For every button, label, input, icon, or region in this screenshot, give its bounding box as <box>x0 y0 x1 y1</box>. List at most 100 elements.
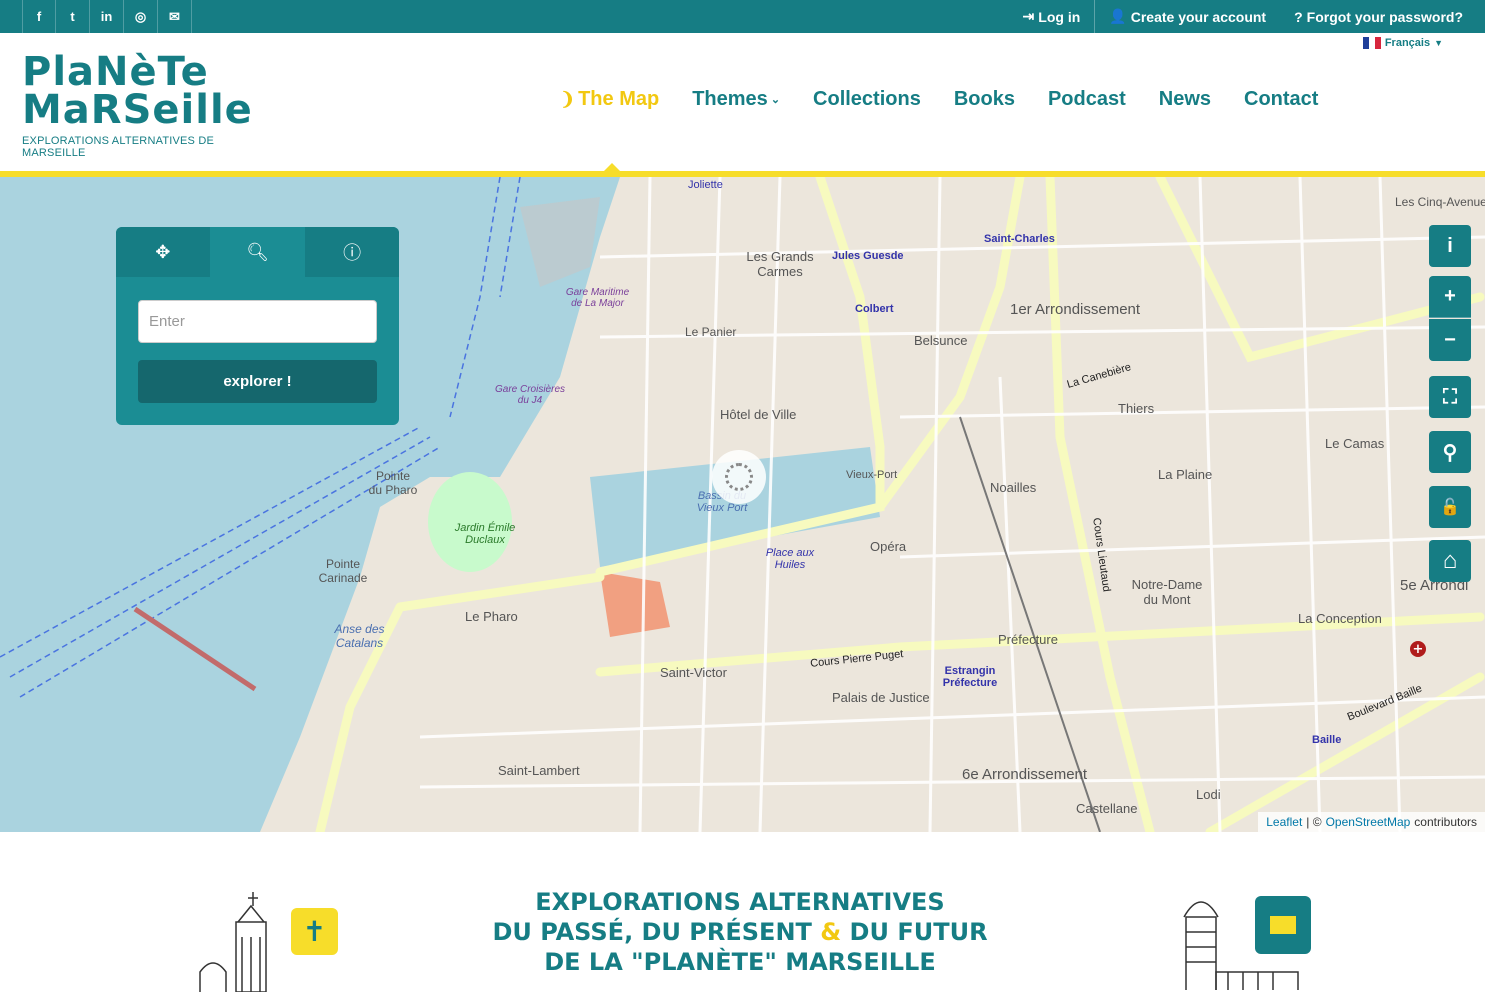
lock-button[interactable]: 🔓 <box>1429 486 1471 528</box>
osm-link[interactable]: OpenStreetMap <box>1326 815 1411 829</box>
explore-button[interactable]: explorer ! <box>138 360 377 403</box>
map-label: Estrangin Préfecture <box>942 665 998 689</box>
map-label: Baille <box>1312 734 1342 746</box>
nav-label: Books <box>953 88 1015 110</box>
map-pin-icon: ❩ <box>560 89 576 109</box>
language-selector[interactable]: Français ▼ <box>1362 37 1443 49</box>
site-header: PlaNèTe MaRSeille EXPLORATIONS ALTERNATI… <box>0 33 1485 175</box>
map-label: La Conception <box>1298 611 1382 626</box>
basilica-illustration <box>199 892 267 992</box>
zoom-in-icon: + <box>1444 285 1456 307</box>
map-label: Les Grands Carmes <box>746 249 814 279</box>
nav-news[interactable]: News <box>1159 88 1211 111</box>
book-badge-icon <box>1255 896 1311 954</box>
logo-line1: PlaNèTe <box>22 49 209 95</box>
map-label: 6e Arrondissement <box>962 766 1088 783</box>
create-account-link[interactable]: 👤 Create your account <box>1095 0 1280 33</box>
site-tagline: EXPLORATIONS ALTERNATIVES DU PASSÉ, DU P… <box>490 887 990 977</box>
envelope-icon[interactable]: ✉ <box>158 0 192 33</box>
loading-spinner <box>712 450 766 504</box>
nav-label: The Map <box>578 88 660 110</box>
interactive-map[interactable]: Joliette Les Grands Carmes Jules Guesde … <box>0 177 1485 832</box>
tagline-line3: DE LA "PLANÈTE" MARSEILLE <box>544 948 936 976</box>
map-label: Palais de Justice <box>832 690 930 705</box>
map-attribution: Leaflet | © OpenStreetMap contributors <box>1258 812 1485 832</box>
home-button[interactable]: ⌂ <box>1429 540 1471 582</box>
language-label: Français <box>1384 37 1431 49</box>
active-nav-indicator <box>604 163 620 171</box>
tagline-amp: & <box>820 918 842 946</box>
tab-search[interactable]: 🔍︎ <box>210 227 306 277</box>
login-link[interactable]: ⇥ Log in <box>1009 0 1095 33</box>
facebook-icon[interactable]: f <box>22 0 56 33</box>
spinner-icon <box>725 463 753 491</box>
location-pin-icon: ⚲ <box>1442 441 1458 464</box>
map-label: Le Pharo <box>465 609 518 624</box>
nav-contact[interactable]: Contact <box>1244 88 1318 111</box>
nav-label: Podcast <box>1047 88 1126 110</box>
attribution-sep: | © <box>1306 815 1322 829</box>
map-label: Colbert <box>855 303 894 315</box>
nav-collections[interactable]: Collections <box>813 88 921 111</box>
map-info-button[interactable]: i <box>1429 225 1471 267</box>
map-label: Pointe Carinade <box>318 557 368 585</box>
caret-down-icon: ▼ <box>1434 38 1443 48</box>
nav-podcast[interactable]: Podcast <box>1048 88 1126 111</box>
unlock-icon: 🔓 <box>1440 499 1460 516</box>
nav-label: Collections <box>813 88 921 110</box>
search-panel: ✥ 🔍︎ ⓘ Enter explorer ! <box>116 227 399 425</box>
tagline-line1: EXPLORATIONS ALTERNATIVES <box>535 888 945 916</box>
nav-books[interactable]: Books <box>954 88 1015 111</box>
create-account-label: Create your account <box>1130 8 1267 25</box>
map-label: Lodi <box>1196 787 1221 802</box>
tab-move[interactable]: ✥ <box>116 227 211 277</box>
france-flag-icon <box>1362 37 1381 49</box>
home-icon: ⌂ <box>1442 547 1458 574</box>
map-label: Joliette <box>688 179 723 191</box>
nav-themes[interactable]: Themes ⌄ <box>692 88 780 111</box>
instagram-icon[interactable]: ◎ <box>124 0 158 33</box>
linkedin-icon[interactable]: in <box>90 0 124 33</box>
map-label: Jules Guesde <box>832 250 904 262</box>
tab-info[interactable]: ⓘ <box>305 227 399 277</box>
map-label: Saint-Charles <box>984 233 1055 245</box>
map-label: Pointe du Pharo <box>368 469 418 497</box>
forgot-password-link[interactable]: ? Forgot your password? <box>1280 0 1463 33</box>
account-links: ⇥ Log in 👤 Create your account ? Forgot … <box>1009 0 1463 33</box>
info-icon: i <box>1447 234 1453 257</box>
intro-section: ✝ EXPLORATIONS ALTERNATIVES DU PASSÉ, DU… <box>0 832 1485 992</box>
tagline-part: DU FUTUR <box>841 918 988 946</box>
twitter-icon[interactable]: t <box>56 0 90 33</box>
locate-button[interactable]: ⚲ <box>1429 431 1471 473</box>
move-icon: ✥ <box>155 241 171 263</box>
map-label: Place aux Huiles <box>765 547 815 571</box>
panel-tabs: ✥ 🔍︎ ⓘ <box>116 227 399 277</box>
leaflet-link[interactable]: Leaflet <box>1266 815 1302 829</box>
zoom-out-icon: − <box>1444 328 1456 351</box>
top-bar: f t in ◎ ✉ ⇥ Log in 👤 Create your accoun… <box>0 0 1485 33</box>
forgot-password-label: Forgot your password? <box>1306 8 1463 25</box>
map-label: Saint-Lambert <box>498 763 580 778</box>
zoom-out-button[interactable]: − <box>1429 319 1471 361</box>
zoom-in-button[interactable]: + <box>1429 276 1471 318</box>
map-label: Opéra <box>870 539 907 554</box>
chevron-down-icon: ⌄ <box>770 94 781 106</box>
logo-tagline: EXPLORATIONS ALTERNATIVES DE MARSEILLE <box>22 135 215 159</box>
logo-line2: MaRSeille <box>22 87 253 133</box>
search-input[interactable]: Enter <box>138 300 377 343</box>
site-logo[interactable]: PlaNèTe MaRSeille EXPLORATIONS ALTERNATI… <box>22 49 262 159</box>
nav-the-map[interactable]: ❩ The Map <box>560 88 659 111</box>
question-circle-icon: ? <box>1294 8 1303 25</box>
nav-label: Themes <box>692 88 768 110</box>
info-icon: ⓘ <box>343 243 362 264</box>
fullscreen-icon: ⛶ <box>1443 385 1457 408</box>
book-icon <box>1270 916 1296 934</box>
map-label: Jardin Émile Duclaux <box>454 522 516 546</box>
map-label: Le Camas <box>1325 436 1385 451</box>
map-label: Le Panier <box>685 325 737 339</box>
map-label: Belsunce <box>914 333 968 348</box>
map-label: Les Cinq-Avenues <box>1395 195 1485 209</box>
map-label: Gare Maritime de La Major <box>565 287 630 309</box>
fullscreen-button[interactable]: ⛶ <box>1429 376 1471 418</box>
nav-label: News <box>1158 88 1212 110</box>
